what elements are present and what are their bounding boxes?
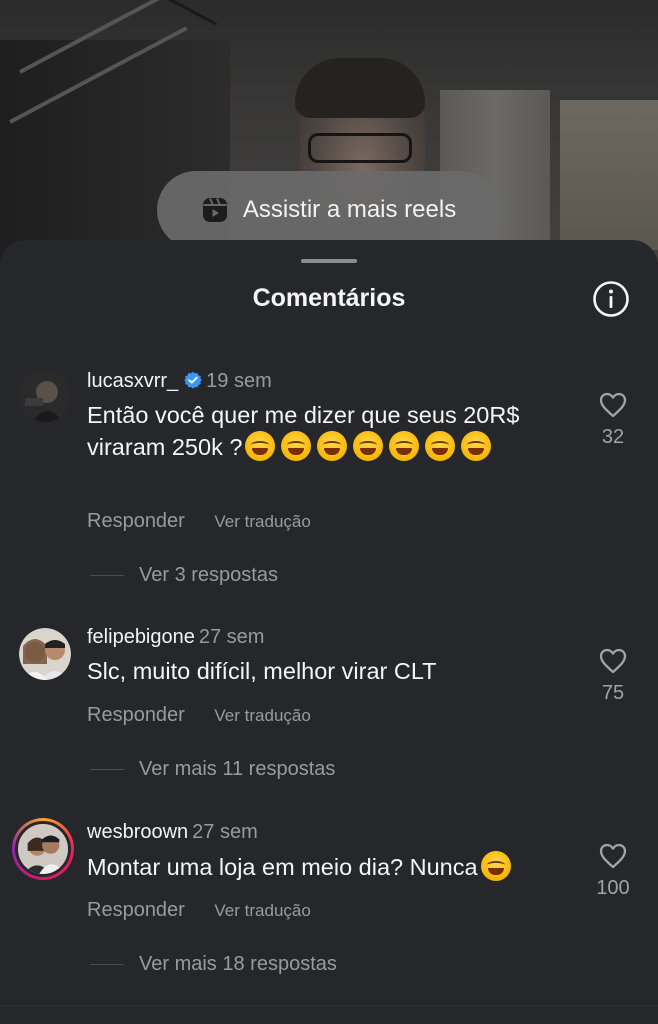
reply-button[interactable]: Responder (87, 704, 185, 726)
see-translation-button[interactable]: Ver tradução (214, 706, 310, 725)
joy-emoji-icon (317, 431, 348, 461)
comment-text: Slc, muito difícil, melhor virar CLT (87, 656, 567, 687)
avatar-photo (19, 628, 71, 680)
joy-emoji-icon (245, 431, 276, 461)
joy-emoji-icon (281, 431, 312, 461)
joy-emoji-icon (353, 431, 384, 461)
comments-title: Comentários (252, 284, 406, 312)
like-count: 32 (601, 426, 625, 448)
joy-emoji-icon (425, 431, 456, 461)
comment-time: 27 sem (192, 821, 258, 843)
verified-badge-icon (184, 371, 203, 389)
view-replies-label: Ver mais 11 respostas (139, 758, 336, 780)
comment-username[interactable]: felipebigone (87, 626, 195, 648)
heart-icon (599, 843, 627, 869)
reels-icon (202, 198, 227, 222)
comment-time: 19 sem (206, 370, 272, 392)
comment-time: 27 sem (198, 626, 265, 648)
comment-username[interactable]: lucasxvrr_ (87, 370, 178, 392)
like-button[interactable]: 32 (585, 392, 641, 449)
like-button[interactable]: 75 (585, 648, 641, 705)
joy-emoji-icon (480, 851, 511, 881)
watch-more-reels-label: Assistir a mais reels (242, 196, 457, 223)
video-ceiling-light (153, 0, 217, 26)
comment-text: Montar uma loja em meio dia? Nunca (87, 851, 567, 883)
reply-button[interactable]: Responder (87, 510, 185, 532)
like-button[interactable]: 100 (585, 843, 641, 900)
comment-text: Então você quer me dizer que seus 20R$ v… (87, 400, 567, 463)
joy-emoji-icon (389, 431, 420, 461)
bottom-divider (0, 1005, 658, 1006)
comment-actions: Responder Ver tradução (87, 899, 311, 922)
avatar[interactable] (19, 628, 71, 680)
comment-header: wesbroown 27 sem (87, 821, 258, 844)
view-replies-label: Ver mais 18 respostas (139, 953, 337, 975)
reply-button[interactable]: Responder (87, 899, 185, 921)
comment-header: felipebigone 27 sem (87, 626, 264, 649)
avatar-with-story-ring[interactable] (12, 818, 74, 880)
video-person-glasses (308, 133, 412, 163)
heart-icon (599, 648, 627, 674)
comment-actions: Responder Ver tradução (87, 704, 311, 727)
video-window (560, 100, 658, 250)
heart-icon (599, 392, 627, 418)
like-count: 100 (596, 877, 630, 899)
replies-divider (90, 769, 124, 771)
comment-header: lucasxvrr_ 19 sem (87, 370, 272, 393)
watch-more-reels-button[interactable]: Assistir a mais reels (157, 171, 500, 249)
replies-divider (90, 964, 124, 966)
view-replies-label: Ver 3 respostas (139, 564, 278, 586)
joy-emoji-icon (461, 431, 492, 461)
replies-divider (90, 575, 124, 577)
avatar-photo (15, 821, 71, 877)
info-icon[interactable] (592, 280, 630, 318)
view-replies-button[interactable]: Ver mais 11 respostas (90, 758, 335, 781)
avatar-photo (19, 370, 71, 422)
see-translation-button[interactable]: Ver tradução (214, 901, 310, 920)
sheet-grabber[interactable] (301, 259, 357, 263)
avatar[interactable] (19, 370, 71, 422)
comment-actions: Responder Ver tradução (87, 510, 311, 533)
like-count: 75 (601, 682, 625, 704)
comment-body: Montar uma loja em meio dia? Nunca (87, 854, 478, 880)
comment-username[interactable]: wesbroown (87, 821, 188, 843)
see-translation-button[interactable]: Ver tradução (214, 512, 310, 531)
view-replies-button[interactable]: Ver mais 18 respostas (90, 953, 337, 976)
comments-sheet: Comentários lucasxvrr_ 19 sem Então você… (0, 240, 658, 1024)
video-person-hair (295, 58, 425, 118)
view-replies-button[interactable]: Ver 3 respostas (90, 564, 278, 587)
comment-body: Slc, muito difícil, melhor virar CLT (87, 658, 437, 684)
